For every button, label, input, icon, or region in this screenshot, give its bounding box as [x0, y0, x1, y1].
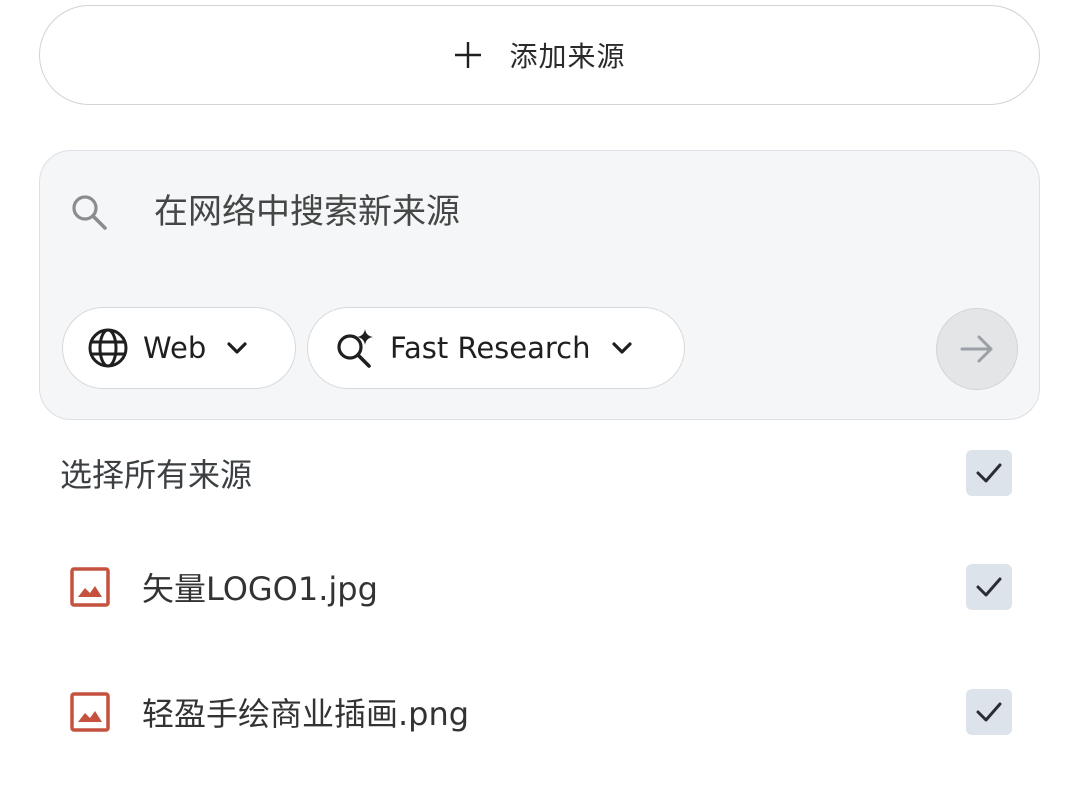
source-item[interactable]: 矢量LOGO1.jpg — [0, 547, 1080, 627]
chevron-down-icon — [227, 342, 247, 354]
add-source-label: 添加来源 — [509, 40, 626, 73]
search-icon — [72, 195, 107, 230]
image-icon — [70, 692, 110, 732]
submit-search-button[interactable] — [936, 308, 1018, 390]
source-checkbox[interactable] — [966, 689, 1012, 735]
research-mode-dropdown[interactable]: Fast Research — [307, 307, 685, 389]
sources-panel: 添加来源 Web Fast Research — [0, 0, 1080, 787]
source-checkbox[interactable] — [966, 564, 1012, 610]
research-mode-label: Fast Research — [390, 331, 591, 365]
arrow-right-icon — [960, 335, 993, 363]
checkmark-icon — [976, 577, 1002, 597]
select-all-row[interactable]: 选择所有来源 — [0, 433, 1080, 513]
add-source-button[interactable]: 添加来源 — [39, 5, 1040, 105]
plus-icon — [455, 42, 482, 68]
source-item[interactable]: 轻盈手绘商业插画.png — [0, 672, 1080, 752]
select-all-checkbox[interactable] — [966, 450, 1012, 496]
source-name: 轻盈手绘商业插画.png — [142, 695, 470, 733]
image-icon — [70, 567, 110, 607]
select-all-label: 选择所有来源 — [60, 456, 253, 494]
search-input[interactable] — [154, 187, 974, 237]
globe-icon — [88, 328, 128, 368]
source-type-dropdown[interactable]: Web — [62, 307, 296, 389]
checkmark-icon — [976, 702, 1002, 722]
source-name: 矢量LOGO1.jpg — [142, 570, 378, 608]
web-search-panel: Web Fast Research — [39, 150, 1040, 420]
search-sparkle-icon — [337, 329, 373, 368]
source-type-label: Web — [143, 331, 207, 365]
checkmark-icon — [976, 463, 1002, 483]
chevron-down-icon — [611, 342, 632, 354]
